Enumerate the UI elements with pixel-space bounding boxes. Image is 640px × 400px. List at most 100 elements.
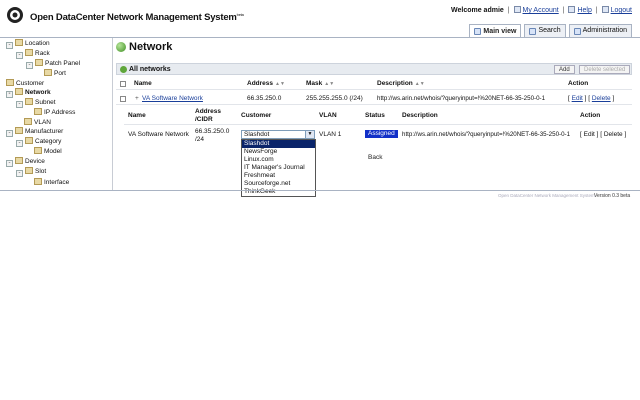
col-header-description[interactable]: Description ▲▼ bbox=[377, 80, 425, 87]
back-button[interactable]: Back bbox=[368, 154, 382, 161]
sidebar-item-patch-panel[interactable]: - Patch Panel bbox=[26, 59, 80, 69]
col-header-mask[interactable]: Mask ▲▼ bbox=[306, 80, 334, 87]
customer-dropdown-list: Slashdot NewsForge Linux.com IT Manager'… bbox=[241, 139, 316, 197]
sidebar-item-interface[interactable]: Interface bbox=[34, 178, 69, 187]
sort-icon[interactable]: ▲▼ bbox=[275, 81, 285, 87]
admin-icon bbox=[573, 27, 581, 35]
sidebar-item-ip-address[interactable]: IP Address bbox=[34, 108, 75, 117]
folder-icon bbox=[15, 157, 23, 164]
sidebar-item-customer[interactable]: Customer bbox=[6, 79, 44, 88]
sidebar-item-category[interactable]: - Category bbox=[16, 137, 61, 147]
tree-toggle-icon[interactable]: - bbox=[6, 91, 13, 98]
tab-search[interactable]: Search bbox=[524, 24, 566, 37]
edit-link[interactable]: Edit bbox=[584, 131, 595, 138]
sidebar-item-slot[interactable]: - Slot bbox=[16, 167, 46, 177]
tree-toggle-icon[interactable]: - bbox=[6, 42, 13, 49]
sidebar-item-subnet[interactable]: - Subnet bbox=[16, 98, 56, 108]
sidebar-divider bbox=[112, 38, 113, 190]
tab-main-view[interactable]: Main view bbox=[469, 24, 522, 38]
sidebar-item-vlan[interactable]: VLAN bbox=[24, 118, 51, 127]
sort-icon[interactable]: ▲▼ bbox=[324, 81, 334, 87]
network-description: http://ws.arin.net/whois/?queryinput=!%2… bbox=[377, 95, 546, 102]
logout-link[interactable]: Logout bbox=[611, 7, 632, 14]
tree-toggle-icon[interactable]: - bbox=[16, 52, 23, 59]
folder-icon bbox=[44, 69, 52, 76]
main-view-icon bbox=[474, 28, 482, 35]
folder-icon bbox=[35, 59, 43, 66]
user-bar: Welcome admie | My Account | Help | Logo… bbox=[451, 6, 632, 14]
sub-col-header-customer: Customer bbox=[241, 112, 272, 119]
chevron-down-icon[interactable]: ▼ bbox=[305, 131, 314, 138]
tree-toggle-icon[interactable]: - bbox=[26, 62, 33, 69]
sidebar-item-device[interactable]: - Device bbox=[6, 157, 45, 167]
network-icon bbox=[120, 66, 127, 73]
row-divider bbox=[124, 124, 632, 125]
add-button[interactable]: Add bbox=[554, 65, 575, 74]
sub-col-header-address: Address/CIDR bbox=[195, 108, 222, 123]
col-header-address[interactable]: Address ▲▼ bbox=[247, 80, 285, 87]
delete-link[interactable]: Delete bbox=[592, 95, 611, 102]
main-tabs: Main view Search Administration bbox=[469, 24, 632, 38]
panel-title: All networks bbox=[129, 66, 171, 73]
edit-link[interactable]: Edit bbox=[572, 95, 583, 102]
tree-toggle-icon[interactable]: - bbox=[16, 140, 23, 147]
dropdown-option[interactable]: Slashdot bbox=[242, 140, 315, 148]
network-mask: 255.255.255.0 (/24) bbox=[306, 95, 363, 102]
sort-icon[interactable]: ▲▼ bbox=[415, 81, 425, 87]
tree-toggle-icon[interactable]: - bbox=[6, 160, 13, 167]
folder-icon bbox=[25, 98, 33, 105]
folder-icon bbox=[15, 127, 23, 134]
help-icon bbox=[568, 6, 576, 13]
select-all-checkbox[interactable] bbox=[120, 81, 126, 87]
app-title: Open DataCenter Network Management Syste… bbox=[30, 12, 244, 24]
my-account-link[interactable]: My Account bbox=[523, 7, 559, 14]
delete-selected-button[interactable]: Delete selected bbox=[579, 65, 631, 74]
sidebar-item-network[interactable]: - Network bbox=[6, 88, 51, 98]
search-icon bbox=[529, 27, 537, 35]
sidebar-item-manufacturer[interactable]: - Manufacturer bbox=[6, 127, 63, 137]
sub-col-header-name: Name bbox=[128, 112, 146, 119]
delete-link[interactable]: Delete bbox=[604, 131, 623, 138]
dropdown-option[interactable]: IT Manager's Journal bbox=[242, 164, 315, 172]
tree-toggle-icon[interactable]: - bbox=[6, 130, 13, 137]
sidebar-item-model[interactable]: Model bbox=[34, 147, 62, 156]
footer-divider bbox=[0, 190, 640, 191]
sub-network-vlan: VLAN 1 bbox=[319, 131, 342, 138]
tab-administration[interactable]: Administration bbox=[568, 24, 632, 37]
sidebar-item-location[interactable]: - Location bbox=[6, 39, 50, 49]
row-divider bbox=[116, 89, 632, 90]
sub-col-header-status: Status bbox=[365, 112, 385, 119]
tree-toggle-icon[interactable]: - bbox=[16, 101, 23, 108]
sidebar-item-rack[interactable]: - Rack bbox=[16, 49, 50, 59]
footer-app-name: Open DataCenter Network Management Syste… bbox=[498, 193, 595, 198]
folder-icon bbox=[6, 79, 14, 86]
dropdown-option[interactable]: Linux.com bbox=[242, 156, 315, 164]
sub-col-header-description: Description bbox=[402, 112, 438, 119]
customer-select[interactable]: Slashdot ▼ bbox=[241, 130, 315, 139]
app-logo-icon bbox=[6, 6, 24, 24]
sub-col-header-action: Action bbox=[580, 112, 601, 119]
sub-col-header-vlan: VLAN bbox=[319, 112, 337, 119]
sub-network-description: http://ws.arin.net/whois/?queryinput=!%2… bbox=[402, 131, 571, 138]
folder-icon bbox=[24, 118, 32, 125]
tree-toggle-icon[interactable]: - bbox=[16, 170, 23, 177]
sub-network-address: 66.35.250.0/24 bbox=[195, 128, 230, 143]
folder-icon bbox=[25, 137, 33, 144]
folder-icon bbox=[34, 147, 42, 154]
row-actions: [ Edit ] [ Delete ] bbox=[568, 95, 615, 102]
network-name-link[interactable]: VA Software Network bbox=[142, 95, 203, 102]
dropdown-option[interactable]: NewsForge bbox=[242, 148, 315, 156]
sidebar-item-port[interactable]: Port bbox=[44, 69, 66, 78]
folder-icon bbox=[15, 39, 23, 46]
row-divider bbox=[116, 104, 632, 105]
footer-version: Version 0.3 beta bbox=[594, 193, 631, 199]
account-icon bbox=[513, 6, 521, 13]
logout-icon bbox=[601, 6, 609, 13]
network-address: 66.35.250.0 bbox=[247, 95, 282, 102]
row-checkbox[interactable] bbox=[120, 96, 126, 102]
help-link[interactable]: Help bbox=[577, 7, 591, 14]
dropdown-option[interactable]: Freshmeat bbox=[242, 172, 315, 180]
dropdown-option[interactable]: Sourceforge.net bbox=[242, 180, 315, 188]
expand-toggle-icon[interactable]: + bbox=[135, 95, 139, 102]
col-header-name[interactable]: Name bbox=[134, 80, 152, 87]
